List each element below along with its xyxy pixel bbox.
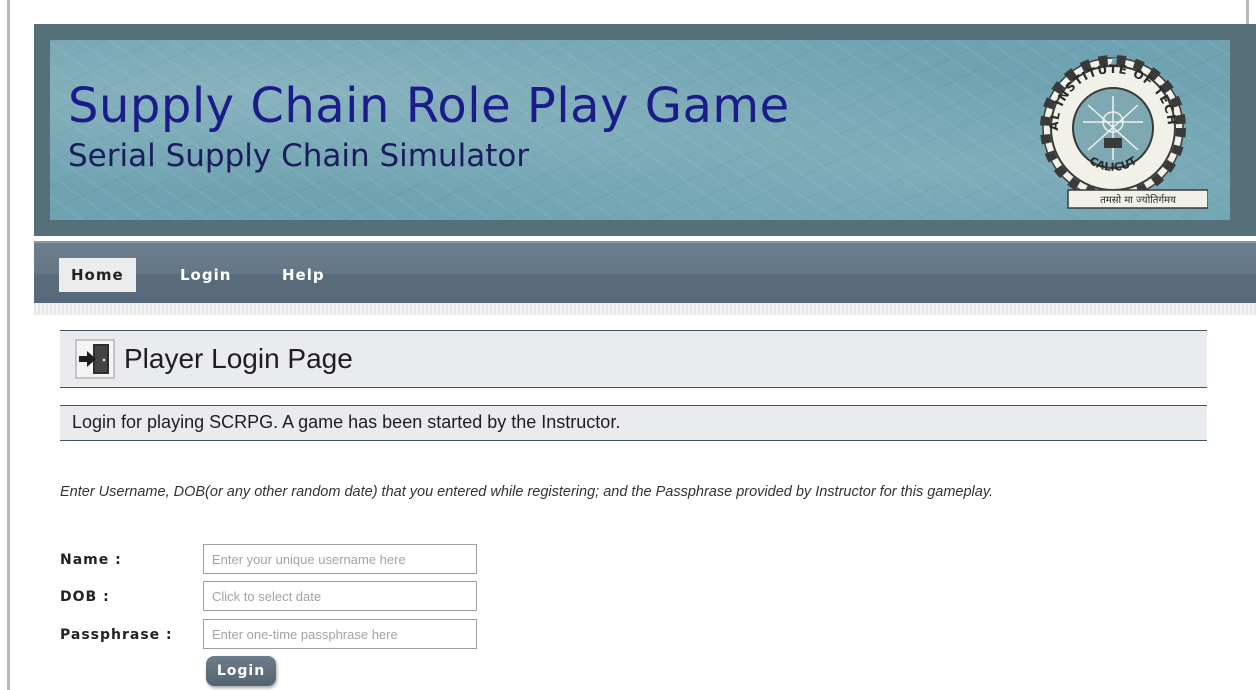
header-banner: Supply Chain Role Play Game Serial Suppl…	[34, 24, 1256, 236]
page-title: Player Login Page	[124, 343, 353, 374]
info-text: Login for playing SCRPG. A game has been…	[72, 412, 621, 432]
institute-emblem-logo: NATIONAL INSTITUTE OF TECHNOLOGY CALICUT…	[1018, 50, 1208, 209]
login-button[interactable]: Login	[206, 656, 276, 686]
banner-image: Supply Chain Role Play Game Serial Suppl…	[50, 40, 1230, 220]
passphrase-input[interactable]	[203, 619, 477, 649]
login-instructions: Enter Username, DOB(or any other random …	[60, 484, 994, 500]
passphrase-label: Passphrase :	[60, 627, 173, 643]
site-title: Supply Chain Role Play Game	[68, 78, 790, 134]
main-nav: Home Login Help	[34, 241, 1256, 303]
nav-help[interactable]: Help	[270, 258, 337, 292]
page: Supply Chain Role Play Game Serial Suppl…	[34, 24, 1256, 690]
dob-label: DOB :	[60, 589, 110, 605]
page-title-box: Player Login Page	[60, 330, 1207, 388]
emblem-motto: तमसो मा ज्योतिर्गमय	[1100, 194, 1176, 206]
nav-login[interactable]: Login	[168, 258, 243, 292]
name-label: Name :	[60, 552, 122, 568]
site-subtitle: Serial Supply Chain Simulator	[68, 138, 530, 174]
nav-home[interactable]: Home	[59, 258, 136, 292]
info-box: Login for playing SCRPG. A game has been…	[60, 405, 1207, 441]
nav-shadow	[34, 303, 1256, 315]
name-input[interactable]	[203, 544, 477, 574]
dob-input[interactable]	[203, 581, 477, 611]
login-door-icon	[75, 339, 115, 379]
